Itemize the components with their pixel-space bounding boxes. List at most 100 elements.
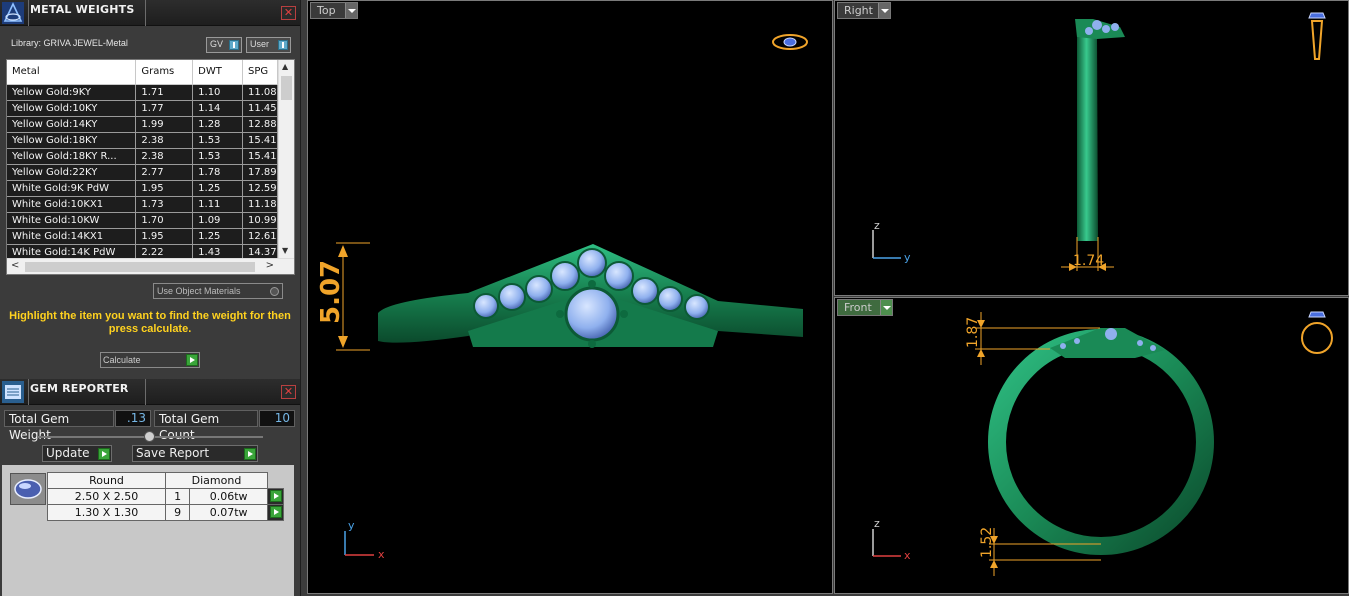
use-object-materials-toggle[interactable]: Use Object Materials bbox=[153, 283, 283, 299]
cell-grams: 1.73 bbox=[135, 196, 194, 213]
table-header-row: Metal Grams DWT SPG bbox=[7, 60, 279, 85]
cell-spg: 12.88 bbox=[242, 116, 279, 133]
table-row[interactable]: Yellow Gold:9KY 1.71 1.10 11.08 bbox=[7, 84, 279, 101]
scroll-right-icon[interactable]: > bbox=[266, 260, 274, 271]
scroll-up-icon[interactable]: ▲ bbox=[282, 62, 288, 71]
metal-table[interactable]: Metal Grams DWT SPG Yellow Gold:9KY 1.71 1… bbox=[6, 59, 295, 275]
table-row[interactable]: Yellow Gold:18KY R... 2.38 1.53 15.41 bbox=[7, 148, 279, 165]
close-icon[interactable]: ✕ bbox=[281, 385, 296, 399]
cell-dwt: 1.25 bbox=[192, 180, 243, 197]
table-row[interactable]: White Gold:9K PdW 1.95 1.25 12.59 bbox=[7, 180, 279, 197]
radio-icon bbox=[270, 287, 279, 296]
cell-dwt: 1.53 bbox=[192, 148, 243, 165]
cell-spg: 15.41 bbox=[242, 132, 279, 149]
cell-spg: 12.61 bbox=[242, 228, 279, 245]
update-label: Update bbox=[46, 446, 90, 460]
axis-label-x: x bbox=[904, 549, 911, 562]
cell-spg: 10.99 bbox=[242, 212, 279, 229]
table-row[interactable]: White Gold:14KX1 1.95 1.25 12.61 bbox=[7, 228, 279, 245]
library-label: Library: GRIVA JEWEL-Metal bbox=[11, 38, 128, 48]
column-header-dwt[interactable]: DWT bbox=[192, 60, 243, 85]
ring-orientation-icon[interactable] bbox=[1301, 311, 1333, 354]
table-row[interactable]: White Gold:10KX1 1.73 1.11 11.18 bbox=[7, 196, 279, 213]
slider-knob[interactable] bbox=[144, 431, 155, 442]
hint-text: Highlight the item you want to find the … bbox=[9, 310, 291, 335]
gem-weight: 0.06tw bbox=[189, 488, 268, 505]
cell-metal: White Gold:10KW bbox=[7, 212, 137, 229]
axis-indicator bbox=[872, 529, 901, 557]
ring-orientation-icon[interactable] bbox=[772, 34, 808, 50]
table-row[interactable]: Yellow Gold:18KY 2.38 1.53 15.41 bbox=[7, 132, 279, 149]
gem-row[interactable]: 2.50 X 2.50 1 0.06tw bbox=[47, 488, 284, 505]
gv-toggle-label: GV bbox=[210, 39, 224, 49]
axis-indicator bbox=[872, 230, 901, 259]
ring-orientation-icon[interactable] bbox=[1308, 12, 1326, 60]
cell-spg: 12.59 bbox=[242, 180, 279, 197]
column-header-grams[interactable]: Grams bbox=[135, 60, 194, 85]
play-icon bbox=[270, 490, 282, 502]
update-button[interactable]: Update bbox=[42, 445, 112, 462]
calculate-button[interactable]: Calculate bbox=[100, 352, 200, 368]
save-report-button[interactable]: Save Report bbox=[132, 445, 258, 462]
total-gem-count-value: 10 bbox=[259, 410, 295, 427]
cell-grams: 1.99 bbox=[135, 116, 194, 133]
axis-label-z: z bbox=[874, 219, 880, 232]
play-icon bbox=[186, 354, 198, 366]
gem-row-go-button[interactable] bbox=[267, 504, 284, 521]
cell-dwt: 1.78 bbox=[192, 164, 243, 181]
cell-grams: 1.70 bbox=[135, 212, 194, 229]
shape-header: Round bbox=[47, 472, 166, 489]
close-icon[interactable]: ✕ bbox=[281, 6, 296, 20]
left-panel: METAL WEIGHTS ✕ Library: GRIVA JEWEL-Met… bbox=[0, 0, 301, 596]
cell-grams: 2.38 bbox=[135, 132, 194, 149]
scroll-down-icon[interactable]: ▼ bbox=[282, 246, 288, 255]
dimension-label: 1.74 bbox=[1073, 253, 1104, 269]
round-gem-icon bbox=[10, 473, 46, 505]
axis-label-y: y bbox=[348, 519, 355, 532]
gem-size: 2.50 X 2.50 bbox=[47, 488, 166, 505]
cell-spg: 15.41 bbox=[242, 148, 279, 165]
viewport-front[interactable]: Front 1.87 1.52 z x bbox=[834, 297, 1349, 594]
front-view-canvas: 1.87 1.52 z x bbox=[872, 311, 1333, 576]
scroll-left-icon[interactable]: < bbox=[11, 260, 19, 271]
cell-grams: 1.77 bbox=[135, 100, 194, 117]
header-spacer bbox=[267, 472, 284, 489]
gem-row[interactable]: 1.30 X 1.30 9 0.07tw bbox=[47, 504, 284, 521]
horizontal-scrollbar[interactable]: < > bbox=[7, 258, 294, 274]
table-row[interactable]: Yellow Gold:14KY 1.99 1.28 12.88 bbox=[7, 116, 279, 133]
table-row[interactable]: Yellow Gold:22KY 2.77 1.78 17.89 bbox=[7, 164, 279, 181]
toggle-knob-icon bbox=[278, 40, 288, 50]
scrollbar-thumb[interactable] bbox=[281, 76, 292, 100]
material-header: Diamond bbox=[165, 472, 268, 489]
cell-spg: 17.89 bbox=[242, 164, 279, 181]
gem-reporter-icon bbox=[2, 381, 24, 403]
column-header-spg[interactable]: SPG bbox=[242, 60, 279, 85]
total-gem-weight-value: .13 bbox=[115, 410, 151, 427]
viewport-right[interactable]: Right 1.74 z y bbox=[834, 0, 1349, 296]
gem-count: 1 bbox=[164, 488, 191, 505]
user-toggle-label: User bbox=[250, 39, 270, 49]
gem-row-go-button[interactable] bbox=[267, 488, 284, 505]
gem-count: 9 bbox=[164, 504, 191, 521]
dimension-label-bottom: 1.52 bbox=[979, 527, 995, 558]
total-gem-weight-label: Total Gem Weight bbox=[4, 410, 114, 442]
cell-grams: 2.38 bbox=[135, 148, 194, 165]
ring-front bbox=[988, 329, 1214, 555]
top-view-canvas: 5.07 y x bbox=[316, 34, 808, 561]
scrollbar-thumb[interactable] bbox=[25, 262, 255, 272]
cell-metal: White Gold:10KX1 bbox=[7, 196, 137, 213]
cell-grams: 1.71 bbox=[135, 84, 194, 101]
play-icon bbox=[98, 448, 110, 460]
user-toggle[interactable]: User bbox=[246, 37, 291, 53]
gv-toggle[interactable]: GV bbox=[206, 37, 242, 53]
table-row[interactable]: Yellow Gold:10KY 1.77 1.14 11.45 bbox=[7, 100, 279, 117]
vertical-scrollbar[interactable]: ▲ ▼ bbox=[278, 60, 294, 260]
axis-label-y: y bbox=[904, 251, 911, 264]
table-row[interactable]: White Gold:10KW 1.70 1.09 10.99 bbox=[7, 212, 279, 229]
axis-indicator bbox=[344, 531, 374, 556]
dimension-label-top: 1.87 bbox=[965, 317, 981, 348]
play-icon bbox=[270, 506, 282, 518]
viewport-top[interactable]: Top 5.07 y x bbox=[307, 0, 833, 594]
column-header-metal[interactable]: Metal bbox=[7, 60, 137, 85]
cell-spg: 11.45 bbox=[242, 100, 279, 117]
